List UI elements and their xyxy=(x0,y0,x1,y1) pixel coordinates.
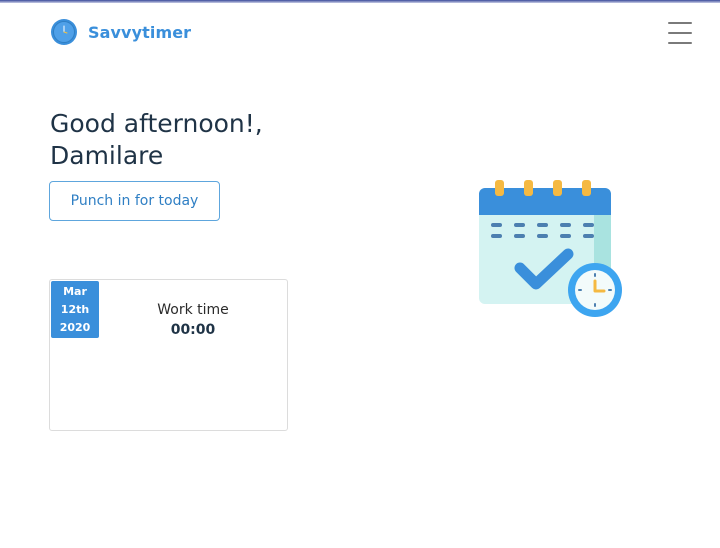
user-name: Damilare xyxy=(50,141,164,170)
date-year: 2020 xyxy=(59,320,91,334)
menu-bar xyxy=(668,22,692,24)
punch-in-button[interactable]: Punch in for today xyxy=(49,181,220,221)
date-badge: Mar 12th 2020 xyxy=(51,281,99,338)
brand[interactable]: Savvytimer xyxy=(50,17,191,47)
brand-name: Savvytimer xyxy=(88,22,192,42)
navbar: Savvytimer xyxy=(0,3,720,63)
work-time-label: Work time xyxy=(157,302,229,318)
clock-logo-icon xyxy=(51,19,77,45)
greeting-heading: Good afternoon!, Damilare xyxy=(50,108,370,172)
menu-bar xyxy=(668,42,692,44)
menu-bar xyxy=(668,32,692,34)
greeting-line: Good afternoon!, xyxy=(50,109,263,138)
day-card: Mar 12th 2020 Work time 00:00 xyxy=(49,279,288,431)
calendar-check-clock-icon xyxy=(479,180,622,317)
hamburger-menu-icon[interactable] xyxy=(668,22,694,44)
date-day: 12th xyxy=(60,302,90,316)
date-month: Mar xyxy=(63,284,87,298)
work-time-value: 00:00 xyxy=(170,322,216,338)
